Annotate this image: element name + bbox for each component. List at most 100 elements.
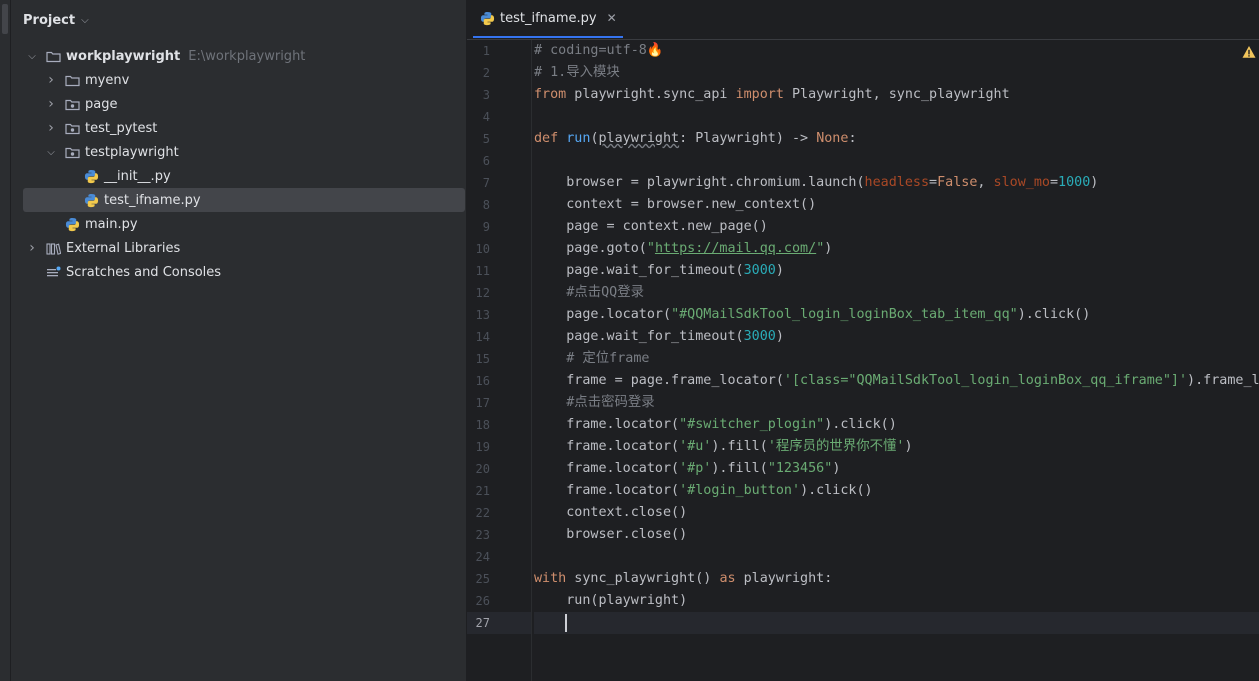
text-caret <box>565 614 567 632</box>
project-title: Project <box>23 12 76 28</box>
chevron-right-icon[interactable]: › <box>44 72 58 88</box>
chevron-right-icon[interactable]: › <box>25 240 39 256</box>
scratches-icon <box>45 264 61 280</box>
code-area[interactable]: # coding=utf-8🔥 # 1.导入模块 from playwright.s… <box>534 40 1259 681</box>
line-number: 5 <box>482 132 490 146</box>
line-number: 24 <box>475 550 490 564</box>
line-number: 12 <box>475 286 490 300</box>
tree-item-label: testplaywright <box>85 144 179 160</box>
code-line[interactable]: browser.close() <box>534 524 687 546</box>
tree-item[interactable]: __init__.py <box>23 164 465 188</box>
package-folder-icon <box>64 144 80 160</box>
code-line[interactable]: frame.locator('#p').fill("123456") <box>534 458 840 480</box>
code-line[interactable]: frame.locator('#u').fill('程序员的世界你不懂') <box>534 436 912 458</box>
tree-item-label: main.py <box>85 216 138 232</box>
tree-item[interactable]: › page <box>23 92 465 116</box>
tree-item[interactable]: main.py <box>23 212 465 236</box>
line-number: 22 <box>475 506 490 520</box>
code-line[interactable]: #点击QQ登录 <box>534 282 644 304</box>
project-header[interactable]: Project ⌵ <box>23 10 89 30</box>
code-line[interactable]: browser = playwright.chromium.launch(hea… <box>534 172 1098 194</box>
code-line[interactable]: # 定位frame <box>534 348 649 370</box>
line-number: 10 <box>475 242 490 256</box>
tree-item[interactable]: › test_pytest <box>23 116 465 140</box>
folder-icon <box>45 48 61 64</box>
line-number: 11 <box>475 264 490 278</box>
code-line[interactable]: context.close() <box>534 502 687 524</box>
code-line[interactable]: page = context.new_page() <box>534 216 768 238</box>
line-number: 16 <box>475 374 490 388</box>
tree-item-label: workplaywright <box>66 48 181 64</box>
line-number: 1 <box>482 44 490 58</box>
line-number: 14 <box>475 330 490 344</box>
close-icon[interactable]: ✕ <box>607 11 617 25</box>
code-line[interactable]: page.goto("https://mail.qq.com/") <box>534 238 832 260</box>
tool-window-project-button[interactable] <box>2 4 8 34</box>
line-number: 2 <box>482 66 490 80</box>
package-folder-icon <box>64 120 80 136</box>
code-line[interactable]: # 1.导入模块 <box>534 62 620 84</box>
code-line[interactable]: frame = page.frame_locator('[class="QQMa… <box>534 370 1259 392</box>
tree-item[interactable]: Scratches and Consoles <box>23 260 465 284</box>
line-number: 25 <box>475 572 490 586</box>
tree-item-label: test_ifname.py <box>104 192 201 208</box>
line-number: 18 <box>475 418 490 432</box>
line-number: 9 <box>482 220 490 234</box>
line-number: 7 <box>482 176 490 190</box>
python-file-icon <box>83 168 99 184</box>
code-line[interactable]: context = browser.new_context() <box>534 194 816 216</box>
line-number: 13 <box>475 308 490 322</box>
chevron-down-icon[interactable]: ⌵ <box>44 147 58 158</box>
line-number: 27 <box>475 616 490 630</box>
line-number: 20 <box>475 462 490 476</box>
chevron-right-icon[interactable]: › <box>44 120 58 136</box>
current-line-highlight <box>534 612 1259 634</box>
tree-item-label: External Libraries <box>66 240 181 256</box>
line-number: 23 <box>475 528 490 542</box>
code-line[interactable]: run(playwright) <box>534 590 687 612</box>
line-number: 21 <box>475 484 490 498</box>
gutter-divider <box>531 40 532 681</box>
line-number: 19 <box>475 440 490 454</box>
line-number: 6 <box>482 154 490 168</box>
code-line[interactable]: page.wait_for_timeout(3000) <box>534 326 784 348</box>
line-number: 4 <box>482 110 490 124</box>
code-line[interactable]: # coding=utf-8🔥 <box>534 40 664 62</box>
code-line[interactable]: page.locator("#QQMailSdkTool_login_login… <box>534 304 1090 326</box>
code-line[interactable]: frame.locator("#switcher_plogin").click(… <box>534 414 897 436</box>
line-number: 8 <box>482 198 490 212</box>
chevron-down-icon[interactable]: ⌵ <box>25 51 39 62</box>
tree-item-label: test_pytest <box>85 120 158 136</box>
tree-item[interactable]: › External Libraries <box>23 236 465 260</box>
python-file-icon <box>64 216 80 232</box>
tree-item[interactable]: ⌵ testplaywright <box>23 140 465 164</box>
project-panel: Project ⌵ ⌵ workplaywright E:\workplaywrig… <box>11 0 467 681</box>
code-line[interactable]: page.wait_for_timeout(3000) <box>534 260 784 282</box>
line-number: 17 <box>475 396 490 410</box>
tree-item[interactable]: ⌵ workplaywright E:\workplaywright <box>23 44 465 68</box>
line-number: 3 <box>482 88 490 102</box>
tree-item-label: myenv <box>85 72 130 88</box>
tree-item-label: Scratches and Consoles <box>66 264 222 280</box>
code-editor: test_ifname.py ✕ 1 2 3 4 5 6 7 8 9 10 11 12 13 14 15 16… <box>467 0 1259 681</box>
tree-item-label: page <box>85 96 118 112</box>
code-line[interactable]: #点击密码登录 <box>534 392 654 414</box>
tree-item[interactable]: › myenv <box>23 68 465 92</box>
code-line[interactable]: def run(playwright: Playwright) -> None: <box>534 128 857 150</box>
python-file-icon <box>83 192 99 208</box>
code-line[interactable]: frame.locator('#login_button').click() <box>534 480 872 502</box>
line-number: 15 <box>475 352 490 366</box>
tab-test-ifname[interactable]: test_ifname.py ✕ <box>473 0 623 38</box>
warning-icon[interactable] <box>1242 45 1256 59</box>
chevron-right-icon[interactable]: › <box>44 96 58 112</box>
editor-tab-bar: test_ifname.py ✕ <box>467 0 1259 40</box>
code-line[interactable]: with sync_playwright() as playwright: <box>534 568 832 590</box>
line-number-gutter: 1 2 3 4 5 6 7 8 9 10 11 12 13 14 15 16 17 18 19 20 21 22 23 24 2… <box>467 40 531 681</box>
tree-item-path: E:\workplaywright <box>188 48 306 64</box>
package-folder-icon <box>64 96 80 112</box>
code-line[interactable]: from playwright.sync_api import Playwrig… <box>534 84 1010 106</box>
python-file-icon <box>479 10 495 26</box>
tree-item[interactable]: test_ifname.py <box>23 188 465 212</box>
chevron-down-icon[interactable]: ⌵ <box>81 15 89 26</box>
line-number: 26 <box>475 594 490 608</box>
